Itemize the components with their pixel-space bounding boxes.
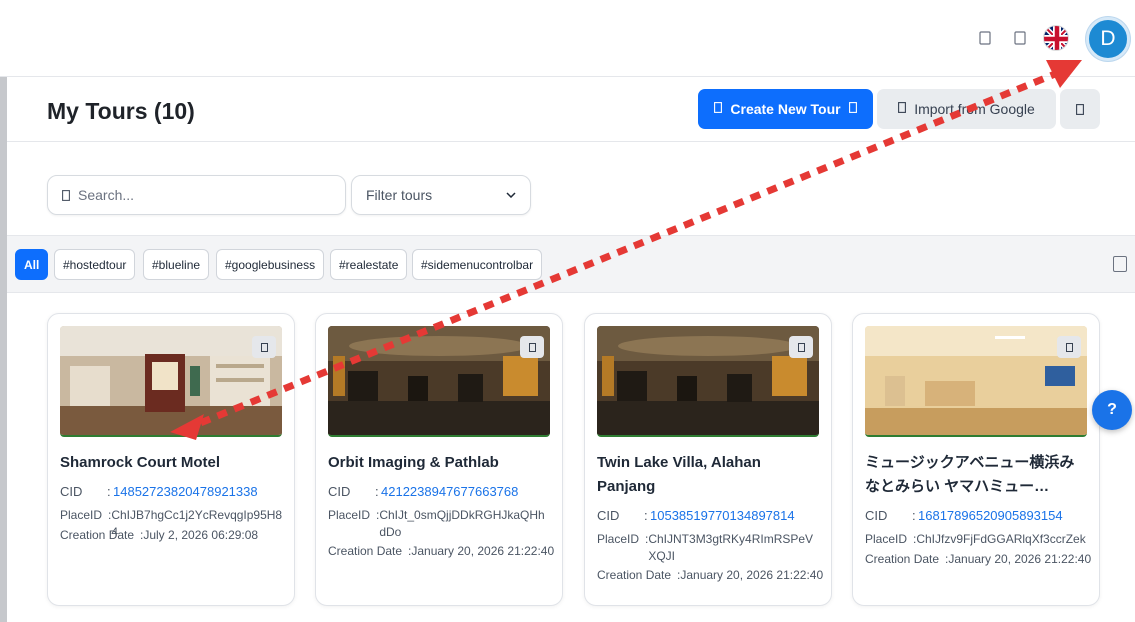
expand-tags-icon[interactable] bbox=[1113, 256, 1127, 272]
placeid-row: PlaceID : ChIJt_0smQjjDDkRGHJkaQHhdDo bbox=[328, 507, 558, 541]
create-new-tour-button[interactable]: Create New Tour bbox=[698, 89, 873, 129]
creation-date-value: January 20, 2026 21:22:40 bbox=[948, 552, 1092, 566]
cid-link[interactable]: 10538519770134897814 bbox=[650, 507, 795, 524]
thumbnail-menu-button[interactable] bbox=[520, 336, 544, 358]
creation-date-row: Creation Date : January 20, 2026 21:22:4… bbox=[865, 552, 1092, 566]
placeid-label: PlaceID bbox=[865, 532, 908, 546]
tour-title[interactable]: Twin Lake Villa, Alahan Panjang bbox=[597, 451, 819, 499]
thumbnail-menu-button[interactable] bbox=[1057, 336, 1081, 358]
placeid-row: PlaceID : ChIJfzv9FjFdGGARlqXf3ccrZek bbox=[865, 531, 1095, 548]
cid-row: CID : 14852723820478921338 bbox=[60, 483, 258, 500]
placeid-label: PlaceID bbox=[328, 508, 371, 522]
creation-date-row: Creation Date : January 20, 2026 21:22:4… bbox=[597, 568, 824, 582]
creation-date-value: January 20, 2026 21:22:40 bbox=[411, 544, 555, 558]
top-bar: D bbox=[0, 0, 1135, 77]
search-box[interactable] bbox=[47, 175, 346, 215]
cid-row: CID : 16817896520905893154 bbox=[865, 507, 1063, 524]
tour-thumbnail[interactable] bbox=[328, 326, 550, 437]
filter-tours-select[interactable]: Filter tours bbox=[351, 175, 531, 215]
creation-date-label: Creation Date bbox=[60, 528, 135, 542]
filter-tours-label: Filter tours bbox=[366, 187, 433, 203]
search-icon bbox=[62, 189, 70, 201]
tour-title[interactable]: Orbit Imaging & Pathlab bbox=[328, 451, 550, 475]
page-header: My Tours (10) Create New Tour Import fro… bbox=[7, 78, 1135, 142]
placeid-value: ChIJfzv9FjFdGGARlqXf3ccrZek bbox=[916, 532, 1086, 546]
settings-icon[interactable] bbox=[1009, 27, 1031, 49]
cid-row: CID : 10538519770134897814 bbox=[597, 507, 795, 524]
tour-title[interactable]: ミュージックアベニュー横浜みなとみらい ヤマハミュー… bbox=[865, 451, 1087, 499]
tour-thumbnail[interactable] bbox=[60, 326, 282, 437]
tag-filter-bar: All #hostedtour #blueline #googlebusines… bbox=[7, 235, 1135, 293]
user-avatar[interactable]: D bbox=[1086, 17, 1130, 61]
placeid-label: PlaceID bbox=[597, 532, 640, 546]
tour-title[interactable]: Shamrock Court Motel bbox=[60, 451, 282, 475]
cid-link[interactable]: 16817896520905893154 bbox=[918, 507, 1063, 524]
more-icon bbox=[1076, 103, 1084, 115]
creation-date-row: Creation Date : July 2, 2026 06:29:08 bbox=[60, 528, 259, 542]
tour-card[interactable]: Shamrock Court Motel CID : 1485272382047… bbox=[47, 313, 295, 606]
creation-date-value: July 2, 2026 06:29:08 bbox=[143, 528, 259, 542]
cid-label: CID bbox=[597, 508, 620, 523]
tour-card[interactable]: Twin Lake Villa, Alahan Panjang CID : 10… bbox=[584, 313, 832, 606]
left-rail bbox=[0, 77, 7, 622]
import-from-google-button[interactable]: Import from Google bbox=[877, 89, 1056, 129]
cid-label: CID bbox=[865, 508, 888, 523]
creation-date-row: Creation Date : January 20, 2026 21:22:4… bbox=[328, 544, 555, 558]
more-options-button[interactable] bbox=[1060, 89, 1100, 129]
google-icon bbox=[898, 102, 907, 116]
uk-flag-icon[interactable] bbox=[1043, 25, 1069, 51]
tag-hostedtour[interactable]: #hostedtour bbox=[54, 249, 136, 280]
tag-realestate[interactable]: #realestate bbox=[330, 249, 408, 280]
help-button[interactable]: ? bbox=[1092, 390, 1132, 430]
creation-date-label: Creation Date bbox=[328, 544, 403, 558]
tag-sidemenucontrolbar[interactable]: #sidemenucontrolbar bbox=[412, 249, 543, 280]
cid-row: CID : 4212238947677663768 bbox=[328, 483, 519, 500]
thumbnail-menu-button[interactable] bbox=[252, 336, 276, 358]
tour-card[interactable]: ミュージックアベニュー横浜みなとみらい ヤマハミュー… CID : 168178… bbox=[852, 313, 1100, 606]
creation-date-value: January 20, 2026 21:22:40 bbox=[680, 568, 824, 582]
cid-label: CID bbox=[328, 484, 351, 499]
bell-icon[interactable] bbox=[974, 27, 996, 49]
tour-card[interactable]: Orbit Imaging & Pathlab CID : 4212238947… bbox=[315, 313, 563, 606]
chevron-down-icon bbox=[506, 192, 516, 198]
creation-date-label: Creation Date bbox=[597, 568, 672, 582]
import-from-google-label: Import from Google bbox=[914, 101, 1035, 117]
avatar-initial: D bbox=[1100, 27, 1116, 50]
placeid-value: ChIJt_0smQjjDDkRGHJkaQHhdDo bbox=[379, 508, 545, 539]
plus-icon bbox=[714, 102, 723, 116]
tag-all[interactable]: All bbox=[15, 249, 49, 280]
tag-googlebusiness[interactable]: #googlebusiness bbox=[216, 249, 325, 280]
cid-link[interactable]: 14852723820478921338 bbox=[113, 483, 258, 500]
cid-link[interactable]: 4212238947677663768 bbox=[381, 483, 518, 500]
page-title: My Tours (10) bbox=[47, 98, 195, 124]
thumbnail-menu-button[interactable] bbox=[789, 336, 813, 358]
cid-label: CID bbox=[60, 484, 83, 499]
placeid-value: ChIJNT3M3gtRKy4RImRSPeVXQJI bbox=[648, 532, 814, 563]
tag-blueline[interactable]: #blueline bbox=[143, 249, 210, 280]
search-input[interactable] bbox=[78, 187, 318, 203]
chevron-icon bbox=[848, 102, 857, 116]
tour-thumbnail[interactable] bbox=[597, 326, 819, 437]
creation-date-label: Creation Date bbox=[865, 552, 940, 566]
tour-thumbnail[interactable] bbox=[865, 326, 1087, 437]
placeid-row: PlaceID : ChIJNT3M3gtRKy4RImRSPeVXQJI bbox=[597, 531, 827, 565]
help-label: ? bbox=[1107, 401, 1117, 418]
create-new-tour-label: Create New Tour bbox=[730, 101, 841, 117]
